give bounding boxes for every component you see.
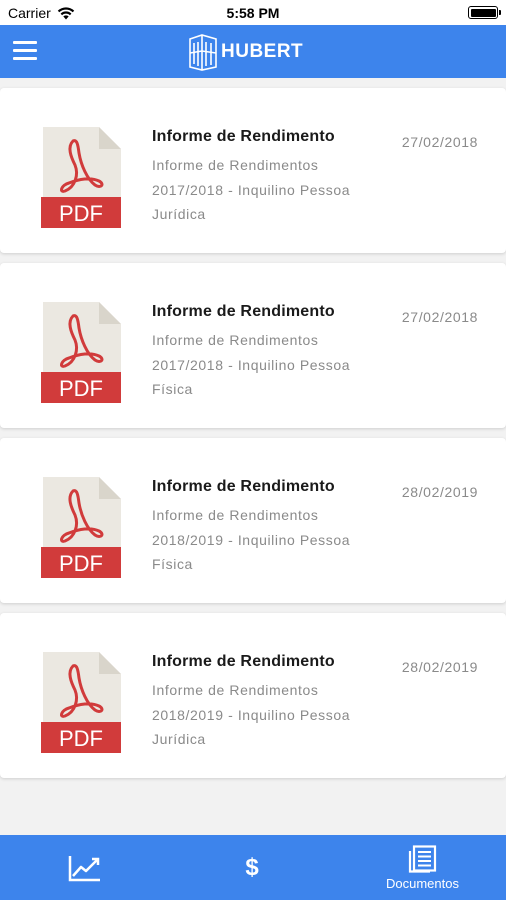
building-logo-icon xyxy=(189,34,217,71)
document-date: 27/02/2018 xyxy=(401,134,478,150)
pdf-file-icon: PDF xyxy=(41,652,121,753)
battery-fill xyxy=(470,8,496,17)
document-title: Informe de Rendimento xyxy=(152,478,335,495)
document-description: Informe de Rendimentos 2018/2019 - Inqui… xyxy=(152,507,351,572)
status-bar: Carrier 5:58 PM xyxy=(0,0,506,25)
app-header: HUBERT xyxy=(0,25,506,78)
tab-chart[interactable] xyxy=(55,835,115,900)
battery-icon xyxy=(468,6,501,19)
document-title: Informe de Rendimento xyxy=(152,128,335,145)
document-date: 27/02/2018 xyxy=(401,309,478,325)
app-logo: HUBERT xyxy=(188,33,303,71)
bottom-tab-bar: $ Documentos xyxy=(0,835,506,900)
document-card[interactable]: PDF Informe de Rendimento Informe de Ren… xyxy=(0,438,506,603)
document-card[interactable]: PDF Informe de Rendimento Informe de Ren… xyxy=(0,263,506,428)
documents-icon xyxy=(408,844,436,873)
dollar-icon: $ xyxy=(245,853,259,881)
document-title: Informe de Rendimento xyxy=(152,653,335,670)
pdf-label: PDF xyxy=(59,376,103,401)
pdf-label: PDF xyxy=(59,551,103,576)
document-description: Informe de Rendimentos 2017/2018 - Inqui… xyxy=(152,332,351,397)
tab-documentos-label: Documentos xyxy=(386,875,459,891)
pdf-file-icon: PDF xyxy=(41,302,121,403)
document-card[interactable]: PDF Informe de Rendimento Informe de Ren… xyxy=(0,88,506,253)
pdf-label: PDF xyxy=(59,201,103,226)
document-description: Informe de Rendimentos 2017/2018 - Inqui… xyxy=(152,157,351,222)
document-date: 28/02/2019 xyxy=(401,659,478,675)
document-card[interactable]: PDF Informe de Rendimento Informe de Ren… xyxy=(0,613,506,778)
tab-documentos[interactable]: Documentos xyxy=(370,835,475,900)
tab-financial[interactable]: $ xyxy=(222,835,282,900)
clock: 5:58 PM xyxy=(226,5,280,21)
document-date: 28/02/2019 xyxy=(401,484,478,500)
document-description: Informe de Rendimentos 2018/2019 - Inqui… xyxy=(152,682,351,747)
app-name: HUBERT xyxy=(221,41,304,62)
document-title: Informe de Rendimento xyxy=(152,303,335,320)
pdf-label: PDF xyxy=(59,726,103,751)
pdf-file-icon: PDF xyxy=(41,477,121,578)
hamburger-menu-icon[interactable] xyxy=(13,41,37,61)
pdf-file-icon: PDF xyxy=(41,127,121,228)
line-chart-icon xyxy=(68,855,100,881)
